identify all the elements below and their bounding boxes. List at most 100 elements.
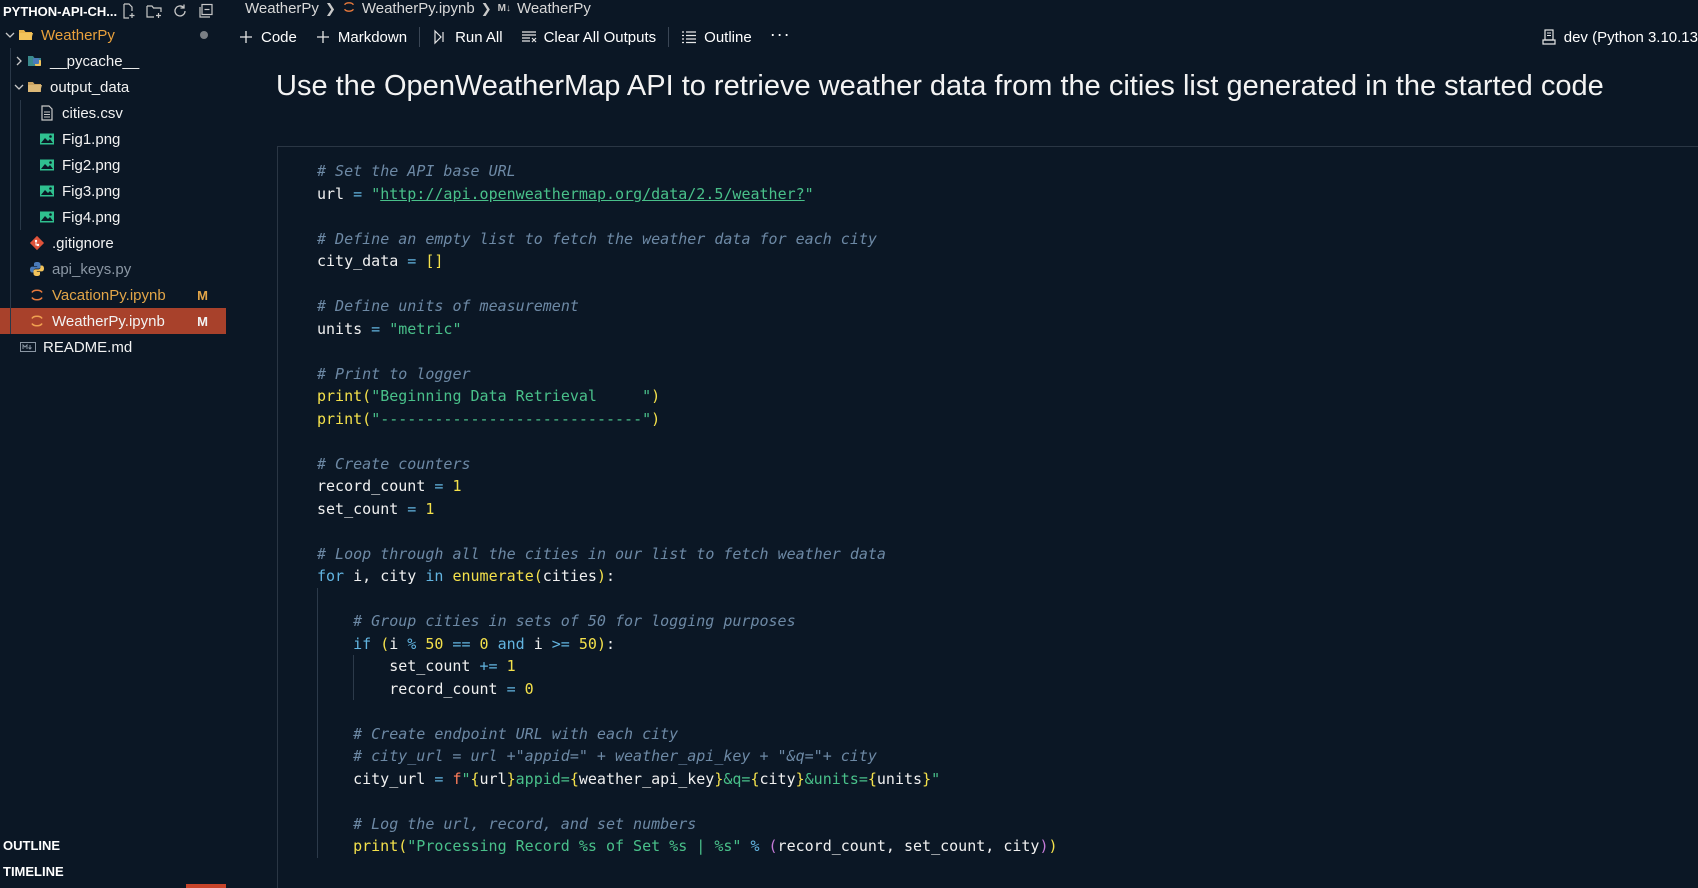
code-token: record_count (317, 477, 426, 495)
tree-item-label: .gitignore (52, 234, 114, 252)
code-line[interactable] (278, 790, 1058, 813)
code-token: " (804, 184, 814, 203)
add-code-cell-button[interactable]: Code (238, 29, 297, 46)
tree-file-cities-csv[interactable]: cities.csv (0, 100, 226, 126)
code-line[interactable]: set_count = 1 (278, 498, 1058, 521)
code-line[interactable]: # city_url = url +"appid=" + weather_api… (278, 745, 1058, 768)
code-line[interactable]: for i, city in enumerate(cities): (278, 565, 1058, 588)
refresh-icon[interactable] (171, 2, 189, 20)
code-line[interactable] (278, 700, 1058, 723)
tree-folder-pycache[interactable]: __pycache__ (0, 48, 226, 74)
code-line[interactable] (278, 430, 1058, 453)
code-token: ) (596, 567, 606, 585)
tree-file-fig4[interactable]: Fig4.png (0, 204, 226, 230)
code-line[interactable]: url = "http://api.openweathermap.org/dat… (278, 183, 1058, 206)
chevron-down-icon[interactable] (3, 28, 17, 42)
code-line[interactable]: # Set the API base URL (278, 160, 1058, 183)
indent-guide (10, 48, 11, 74)
indent-guide (20, 126, 21, 152)
clear-all-outputs-button[interactable]: Clear All Outputs (521, 29, 656, 46)
new-folder-icon[interactable] (145, 2, 163, 20)
add-markdown-cell-button[interactable]: Markdown (315, 29, 407, 46)
code-line[interactable]: # Log the url, record, and set numbers (278, 812, 1058, 835)
tree-file-api-keys[interactable]: api_keys.py (0, 256, 226, 282)
chevron-right-icon[interactable] (12, 54, 26, 68)
code-line[interactable]: if (i % 50 == 0 and i >= 50): (278, 632, 1058, 655)
code-line[interactable] (278, 520, 1058, 543)
code-token: weather_api_key (578, 769, 715, 788)
tree-file-vacationpy[interactable]: VacationPy.ipynb M (0, 282, 226, 308)
tree-item-label: WeatherPy (41, 26, 115, 44)
code-token: == (443, 634, 480, 653)
code-line[interactable]: print("Processing Record %s of Set %s | … (278, 835, 1058, 858)
markdown-cell-heading[interactable]: Use the OpenWeatherMap API to retrieve w… (276, 70, 1604, 103)
code-line[interactable]: # Print to logger (278, 363, 1058, 386)
code-token: enumerate (452, 567, 534, 585)
outline-button[interactable]: Outline (681, 29, 752, 46)
code-line[interactable] (278, 587, 1058, 610)
code-line[interactable]: print("-----------------------------") (278, 408, 1058, 431)
code-token: if (353, 634, 372, 653)
breadcrumb-file[interactable]: WeatherPy.ipynb (362, 0, 475, 17)
code-line[interactable]: city_url = f"{url}appid={weather_api_key… (278, 767, 1058, 790)
code-token: print (353, 837, 399, 855)
explorer-sidebar: PYTHON-API-CH... WeatherPy __pycache__ o… (0, 0, 226, 888)
code-line[interactable]: # Define units of measurement (278, 295, 1058, 318)
code-line[interactable] (278, 205, 1058, 228)
breadcrumb-section[interactable]: WeatherPy (517, 0, 591, 17)
timeline-panel-header[interactable]: TIMELINE (0, 859, 226, 883)
git-icon (28, 234, 46, 252)
tree-file-weatherpy-ipynb[interactable]: WeatherPy.ipynb M (0, 308, 226, 334)
tree-item-label: output_data (50, 78, 130, 96)
code-line[interactable]: record_count = 0 (278, 677, 1058, 700)
code-token: ) (651, 387, 661, 405)
tree-file-fig1[interactable]: Fig1.png (0, 126, 226, 152)
indent-guide (20, 152, 21, 178)
new-file-icon[interactable] (119, 2, 137, 20)
code-line[interactable]: # Define an empty list to fetch the weat… (278, 228, 1058, 251)
code-line[interactable] (278, 340, 1058, 363)
modified-badge: M (197, 287, 208, 303)
folder-open-icon (26, 78, 44, 96)
tree-file-gitignore[interactable]: .gitignore (0, 230, 226, 256)
code-token: city (759, 769, 796, 788)
code-token: "metric" (389, 319, 462, 338)
indent-guide (10, 308, 11, 334)
tree-folder-output-data[interactable]: output_data (0, 74, 226, 100)
more-actions-icon[interactable]: ··· (770, 24, 791, 45)
indent-guide (317, 632, 318, 655)
tree-file-fig3[interactable]: Fig3.png (0, 178, 226, 204)
code-line[interactable]: print("Beginning Data Retrieval ") (278, 385, 1058, 408)
code-line[interactable]: set_count += 1 (278, 655, 1058, 678)
chevron-down-icon[interactable] (12, 80, 26, 94)
breadcrumb-folder[interactable]: WeatherPy (245, 0, 319, 17)
markdown-section-icon: M↓ (497, 3, 511, 14)
code-cell[interactable]: # Set the API base URL url = "http://api.… (277, 146, 1698, 888)
tree-file-fig2[interactable]: Fig2.png (0, 152, 226, 178)
run-all-button[interactable]: Run All (432, 29, 503, 46)
code-line[interactable]: record_count = 1 (278, 475, 1058, 498)
code-line[interactable]: city_data = [] (278, 250, 1058, 273)
code-line[interactable]: units = "metric" (278, 318, 1058, 341)
tree-file-readme[interactable]: README.md (0, 334, 226, 360)
python-file-icon (28, 260, 46, 278)
code-token: units (317, 319, 363, 338)
code-line[interactable]: # Create counters (278, 453, 1058, 476)
kernel-picker[interactable]: dev (Python 3.10.13 (1541, 29, 1698, 46)
collapse-all-icon[interactable] (197, 2, 215, 20)
code-token: http://api.openweathermap.org/data/2.5/w… (380, 184, 805, 203)
code-token: { (750, 769, 760, 788)
code-line[interactable] (278, 273, 1058, 296)
code-token: for (317, 567, 345, 585)
indent-guide (20, 178, 21, 204)
code-token: cities (542, 567, 597, 585)
outline-panel-header[interactable]: OUTLINE (0, 833, 226, 857)
outline-label: Outline (704, 28, 752, 46)
tree-folder-weatherpy[interactable]: WeatherPy (0, 22, 226, 48)
code-line[interactable]: # Create endpoint URL with each city (278, 722, 1058, 745)
code-token: url (317, 184, 345, 203)
code-line[interactable]: # Group cities in sets of 50 for logging… (278, 610, 1058, 633)
code-editor[interactable]: # Set the API base URL url = "http://api.… (278, 160, 1058, 858)
code-token: ( (768, 837, 778, 855)
code-line[interactable]: # Loop through all the cities in our lis… (278, 543, 1058, 566)
